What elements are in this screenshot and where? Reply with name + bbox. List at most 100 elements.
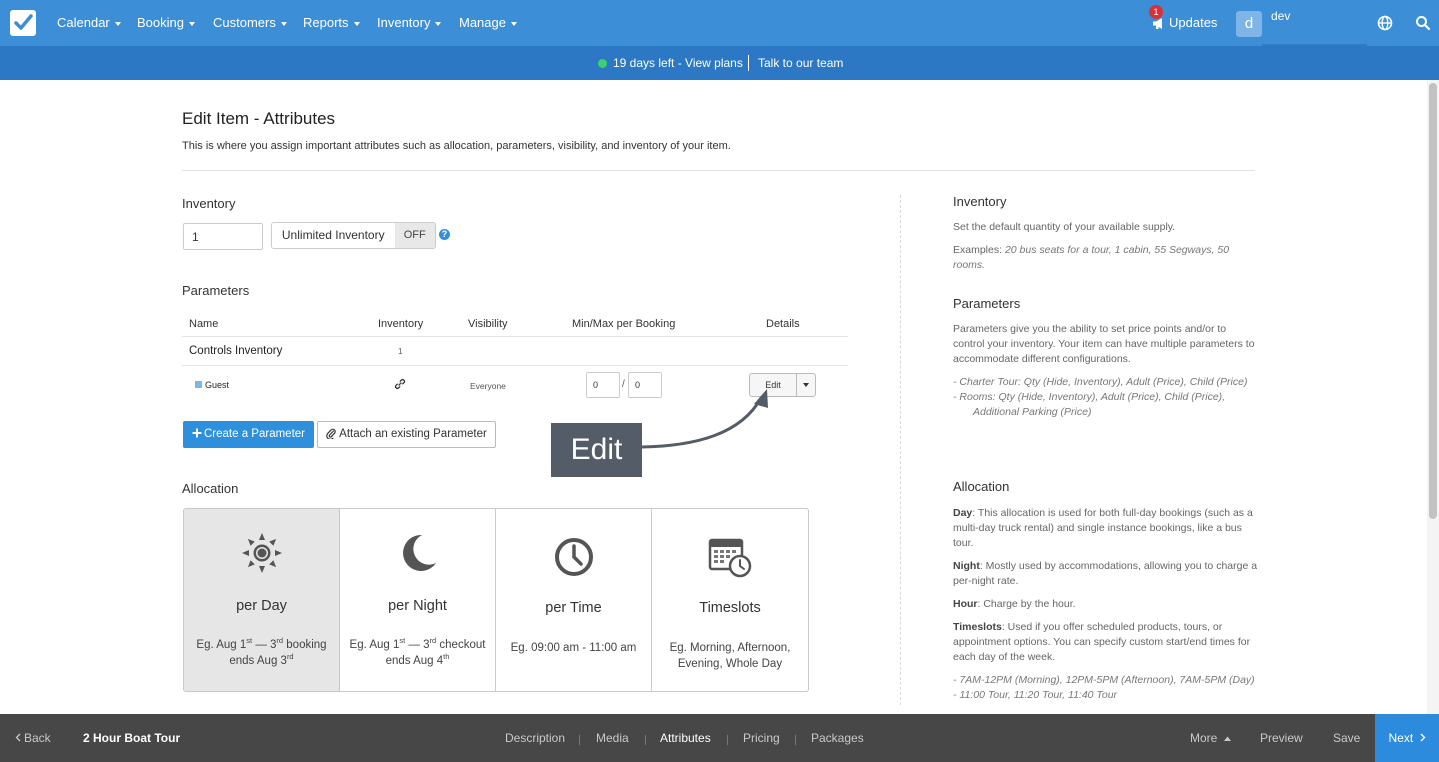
plus-icon bbox=[192, 428, 202, 438]
help-parameters-text: Parameters give you the ability to set p… bbox=[953, 323, 1255, 365]
user-name: dev bbox=[1271, 9, 1291, 23]
tab-divider bbox=[727, 735, 728, 745]
help-parameters-heading: Parameters bbox=[953, 296, 1021, 311]
caret-up-icon bbox=[1223, 736, 1231, 741]
toggle-state[interactable]: OFF bbox=[394, 223, 435, 248]
min-max-separator: / bbox=[622, 379, 625, 390]
view-plans-link[interactable]: 19 days left - View plans bbox=[613, 56, 743, 70]
card-description: Eg. Morning, Afternoon, Evening, Whole D… bbox=[669, 642, 791, 670]
bottom-toolbar: Back 2 Hour Boat Tour Description Media … bbox=[0, 714, 1439, 762]
group-inventory-count: 1 bbox=[398, 347, 403, 356]
card-title: Timeslots bbox=[699, 600, 761, 616]
attach-parameter-button[interactable]: Attach an existing Parameter bbox=[317, 421, 496, 448]
nav-reports[interactable]: Reports bbox=[303, 0, 360, 46]
tab-media[interactable]: Media bbox=[596, 731, 629, 745]
help-inventory-examples: Examples: 20 bus seats for a tour, 1 cab… bbox=[953, 244, 1230, 271]
item-title: 2 Hour Boat Tour bbox=[83, 731, 181, 745]
caret-down-icon bbox=[435, 21, 442, 26]
avatar[interactable]: d bbox=[1236, 11, 1262, 37]
tab-divider bbox=[795, 735, 796, 745]
help-timeslots-example: - 11:00 Tour, 11:20 Tour, 11:40 Tour bbox=[953, 689, 1118, 701]
status-dot bbox=[598, 59, 607, 68]
allocation-heading: Allocation bbox=[182, 481, 239, 496]
allocation-card-per-night[interactable]: per Night Eg. Aug 1st — 3rd checkout end… bbox=[340, 509, 496, 691]
tab-divider bbox=[579, 735, 580, 745]
caret-down-icon bbox=[353, 21, 360, 26]
preview-button[interactable]: Preview bbox=[1260, 731, 1303, 745]
column-divider bbox=[900, 195, 901, 705]
app-logo[interactable] bbox=[10, 10, 36, 36]
allocation-card-timeslots[interactable]: Timeslots Eg. Morning, Afternoon, Evenin… bbox=[652, 509, 808, 691]
paperclip-icon bbox=[326, 428, 336, 440]
allocation-card-per-day[interactable]: per Day Eg. Aug 1st — 3rd booking ends A… bbox=[184, 509, 340, 691]
help-allocation-night: Night: Mostly used by accommodations, al… bbox=[953, 560, 1258, 587]
nav-customers[interactable]: Customers bbox=[213, 0, 287, 46]
column-header-name: Name bbox=[189, 318, 219, 330]
tab-divider bbox=[645, 735, 646, 745]
help-inventory-heading: Inventory bbox=[953, 194, 1007, 209]
group-label: Controls Inventory bbox=[189, 345, 283, 357]
column-header-inventory: Inventory bbox=[378, 318, 424, 330]
help-allocation-heading: Allocation bbox=[953, 479, 1010, 494]
help-parameters-example: - Rooms: Qty (Hide, Inventory), Adult (P… bbox=[953, 391, 1226, 403]
checkmark-logo-icon bbox=[14, 14, 33, 30]
nav-booking[interactable]: Booking bbox=[137, 0, 195, 46]
divider bbox=[182, 170, 1255, 171]
page-title: Edit Item - Attributes bbox=[182, 109, 336, 128]
nav-calendar[interactable]: Calendar bbox=[57, 0, 121, 46]
tab-packages[interactable]: Packages bbox=[811, 731, 864, 745]
back-button[interactable]: Back bbox=[15, 731, 51, 745]
globe-icon[interactable] bbox=[1376, 14, 1394, 32]
card-title: per Night bbox=[388, 598, 447, 614]
card-description: Eg. Aug 1st — 3rd booking ends Aug 3rd bbox=[196, 636, 327, 667]
tab-pricing[interactable]: Pricing bbox=[743, 731, 780, 745]
card-description: Eg. 09:00 am - 11:00 am bbox=[510, 642, 637, 654]
inventory-quantity-input[interactable] bbox=[183, 223, 263, 250]
tab-description[interactable]: Description bbox=[505, 731, 565, 745]
caret-down-icon bbox=[114, 21, 121, 26]
unlimited-inventory-toggle[interactable]: Unlimited Inventory OFF bbox=[271, 222, 436, 249]
help-timeslots-example: - 7AM-12PM (Morning), 12PM-5PM (Afternoo… bbox=[953, 674, 1255, 686]
toggle-label: Unlimited Inventory bbox=[272, 223, 395, 248]
help-allocation-hour: Hour: Charge by the hour. bbox=[953, 598, 1076, 610]
card-title: per Time bbox=[545, 600, 602, 616]
search-icon[interactable] bbox=[1414, 14, 1432, 32]
updates-button[interactable]: Updates bbox=[1152, 0, 1217, 46]
moon-icon bbox=[402, 534, 436, 571]
link-icon bbox=[394, 378, 406, 390]
scrollbar-thumb[interactable] bbox=[1429, 83, 1437, 519]
help-allocation-day: Day: This allocation is used for both fu… bbox=[953, 507, 1253, 549]
page-subtitle: This is where you assign important attri… bbox=[182, 140, 731, 152]
callout-arrow bbox=[640, 389, 768, 449]
inventory-heading: Inventory bbox=[182, 196, 236, 211]
chevron-left-icon bbox=[15, 733, 21, 742]
nav-inventory[interactable]: Inventory bbox=[377, 0, 442, 46]
top-navbar: Calendar Booking Customers Reports Inven… bbox=[0, 0, 1439, 46]
help-inventory-text: Set the default quantity of your availab… bbox=[953, 221, 1176, 233]
column-header-visibility: Visibility bbox=[468, 318, 508, 330]
calendar-clock-icon bbox=[708, 538, 752, 578]
talk-to-team-link[interactable]: Talk to our team bbox=[758, 56, 843, 70]
next-button[interactable]: Next bbox=[1375, 714, 1439, 762]
parameters-heading: Parameters bbox=[182, 283, 250, 298]
parameter-visibility: Everyone bbox=[470, 381, 506, 391]
min-per-booking-input[interactable] bbox=[586, 372, 620, 398]
save-button[interactable]: Save bbox=[1333, 731, 1360, 745]
user-menu[interactable] bbox=[1262, 0, 1367, 46]
allocation-card-per-time[interactable]: per Time Eg. 09:00 am - 11:00 am bbox=[496, 509, 652, 691]
tab-attributes[interactable]: Attributes bbox=[660, 731, 711, 745]
edit-callout-tooltip: Edit bbox=[551, 423, 642, 477]
table-divider bbox=[182, 365, 848, 366]
caret-down-icon bbox=[188, 21, 195, 26]
megaphone-icon bbox=[1153, 18, 1162, 30]
create-parameter-button[interactable]: Create a Parameter bbox=[183, 421, 314, 448]
parameter-color-swatch bbox=[195, 381, 202, 388]
edit-dropdown-toggle[interactable] bbox=[797, 374, 815, 396]
card-title: per Day bbox=[236, 598, 287, 614]
table-divider bbox=[182, 336, 848, 337]
nav-manage[interactable]: Manage bbox=[459, 0, 517, 46]
allocation-options: per Day Eg. Aug 1st — 3rd booking ends A… bbox=[183, 508, 809, 692]
help-parameters-example: - Charter Tour: Qty (Hide, Inventory), A… bbox=[953, 376, 1248, 388]
more-menu-button[interactable]: More bbox=[1190, 731, 1231, 745]
help-icon[interactable]: ? bbox=[439, 229, 450, 240]
